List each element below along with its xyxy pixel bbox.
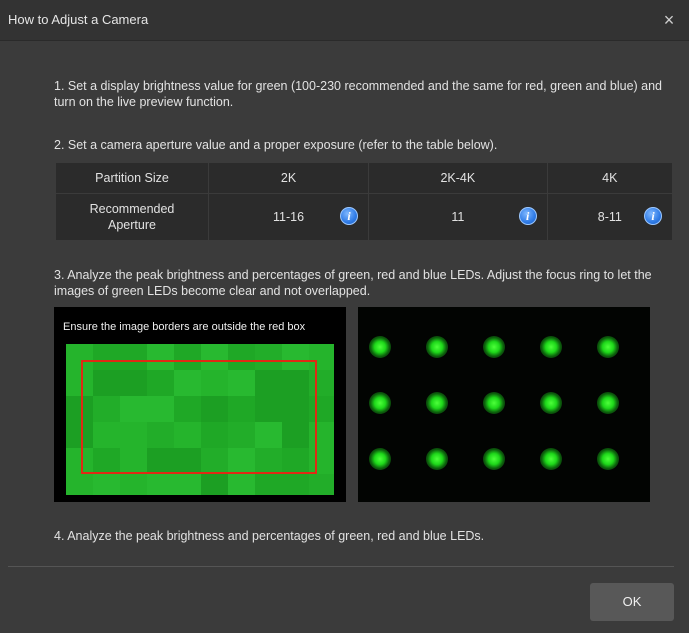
step-1-text: 1. Set a display brightness value for gr…: [54, 79, 663, 109]
aperture-cell-4k: 8-11 i: [546, 193, 674, 241]
green-led: [597, 392, 619, 414]
green-led: [540, 336, 562, 358]
aperture-value-2k: 11-16: [273, 210, 305, 224]
green-tile: [201, 474, 228, 495]
border-example-caption: Ensure the image borders are outside the…: [63, 321, 306, 333]
green-tile: [120, 474, 147, 495]
green-led: [369, 392, 391, 414]
green-led: [426, 392, 448, 414]
header-2k-4k: 2K-4K: [368, 162, 548, 194]
aperture-value-2k-4k: 11: [451, 210, 465, 224]
green-tile: [228, 474, 255, 495]
green-led: [540, 392, 562, 414]
aperture-cell-2k: 11-16 i: [207, 193, 370, 241]
header-2k: 2K: [207, 162, 370, 194]
aperture-cell-2k-4k: 11 i: [368, 193, 548, 241]
aperture-table: Partition Size 2K 2K-4K 4K Recommended A…: [55, 162, 674, 241]
table-row: Recommended Aperture 11-16 i 11 i 8-11 i: [55, 193, 674, 241]
green-tile: [147, 474, 174, 495]
green-led: [369, 448, 391, 470]
green-tile: [66, 474, 93, 495]
ok-button[interactable]: OK: [590, 583, 674, 621]
green-led: [483, 336, 505, 358]
info-icon[interactable]: i: [644, 207, 662, 225]
step-4-text: 4. Analyze the peak brightness and perce…: [54, 529, 485, 543]
green-led: [426, 336, 448, 358]
green-led: [540, 448, 562, 470]
window-title: How to Adjust a Camera: [8, 12, 149, 27]
footer-divider: [8, 566, 674, 567]
green-led: [483, 392, 505, 414]
row-label-recommended-aperture: Recommended Aperture: [55, 193, 209, 241]
green-tile: [282, 474, 309, 495]
info-icon[interactable]: i: [518, 207, 537, 225]
row-label-text: Recommended Aperture: [89, 202, 175, 232]
green-led: [426, 448, 448, 470]
led-focus-example-image: [358, 307, 650, 502]
title-bar: How to Adjust a Camera ×: [0, 0, 689, 41]
green-tile: [309, 474, 334, 495]
aperture-value-4k: 8-11: [597, 210, 622, 224]
green-tile: [93, 474, 120, 495]
red-box-border: [81, 360, 317, 474]
step-3-text: 3. Analyze the peak brightness and perce…: [54, 268, 652, 298]
green-led: [369, 336, 391, 358]
header-4k: 4K: [546, 162, 674, 194]
header-partition-size: Partition Size: [55, 162, 209, 194]
table-header-row: Partition Size 2K 2K-4K 4K: [55, 162, 674, 194]
step-2-text: 2. Set a camera aperture value and a pro…: [54, 138, 498, 152]
green-led: [597, 448, 619, 470]
green-led: [597, 336, 619, 358]
green-tile: [174, 474, 201, 495]
close-icon[interactable]: ×: [659, 10, 679, 30]
border-example-image: Ensure the image borders are outside the…: [54, 307, 346, 502]
green-tile: [255, 474, 282, 495]
info-icon[interactable]: i: [340, 207, 359, 225]
green-led: [483, 448, 505, 470]
